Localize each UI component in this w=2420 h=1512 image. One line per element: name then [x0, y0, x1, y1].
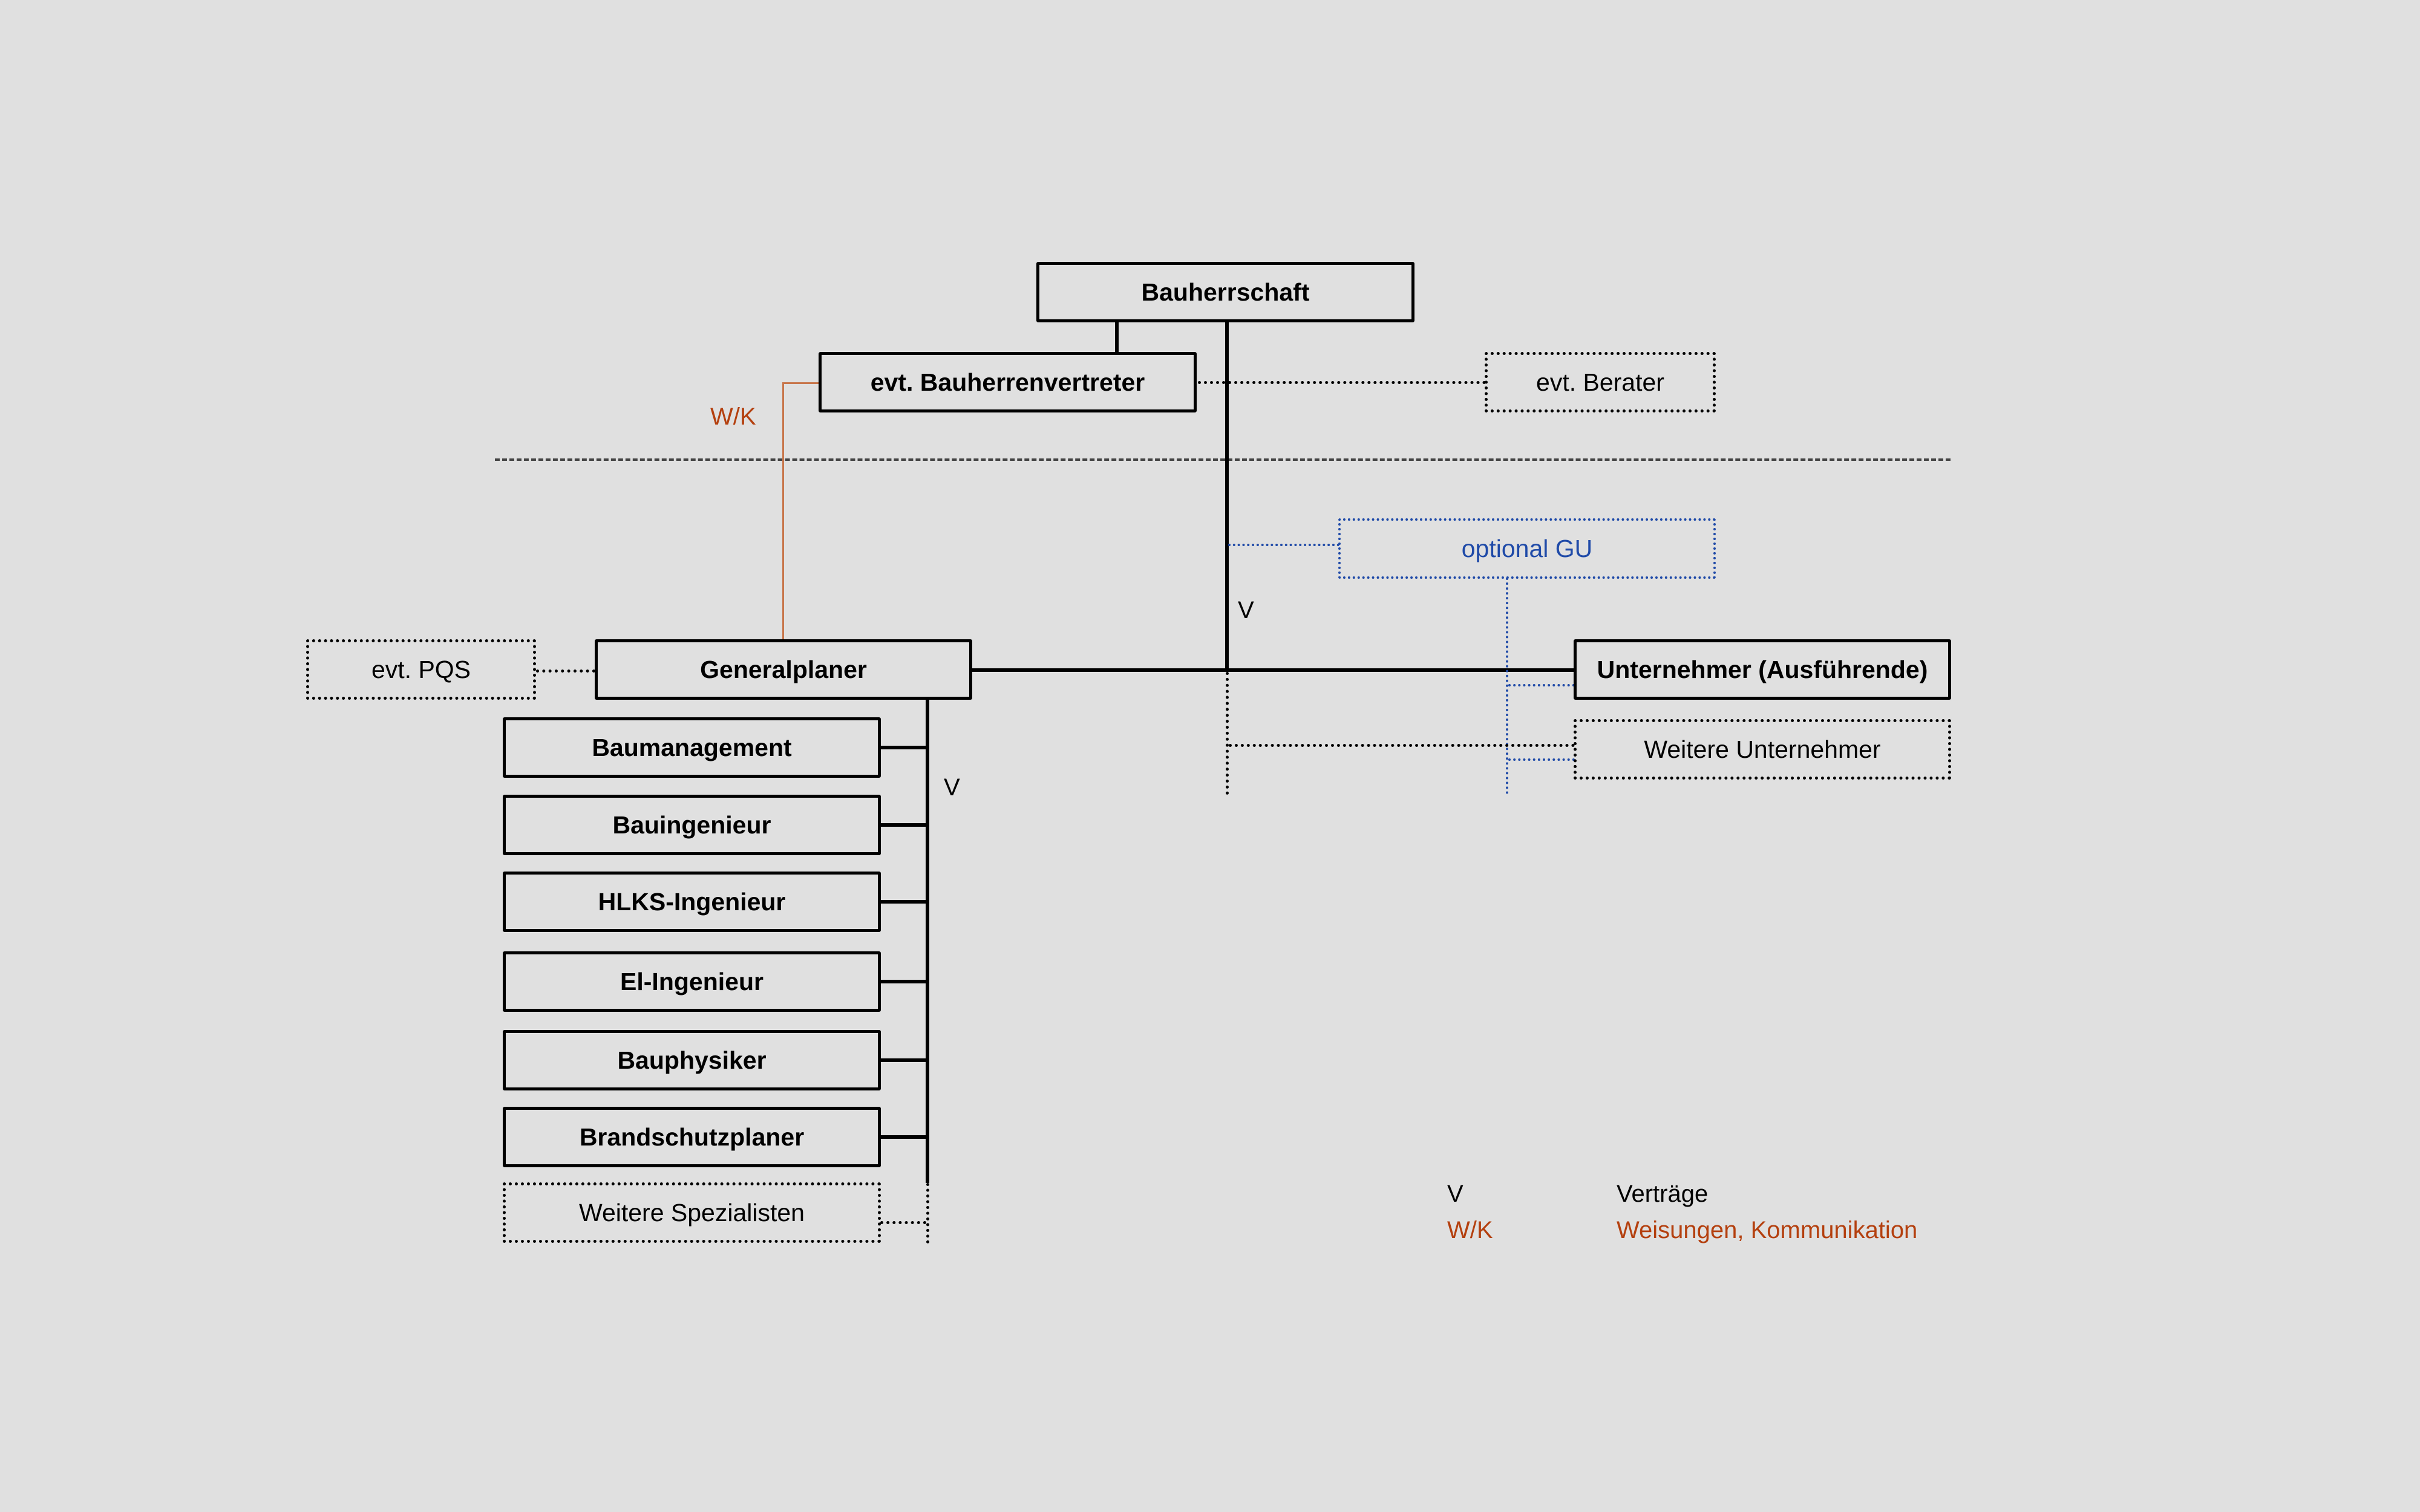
node-label: optional GU — [1461, 534, 1593, 562]
planner-spine-dotted — [926, 1183, 929, 1243]
node-label: Bauphysiker — [617, 1046, 767, 1074]
connector-bauherrschaft-vertreter — [1115, 322, 1119, 353]
legend-label-v: Verträge — [1617, 1181, 1709, 1207]
connector-vertreter-berater — [1198, 381, 1486, 384]
node-specialist[interactable]: Baumanagement — [503, 717, 881, 778]
connector-weitere-horizontal — [1229, 744, 1575, 747]
node-weitere-spezialisten[interactable]: Weitere Spezialisten — [503, 1182, 881, 1243]
connector-specialist — [880, 980, 927, 983]
node-label: Bauingenieur — [612, 810, 771, 839]
node-weitere-unternehmer[interactable]: Weitere Unternehmer — [1574, 719, 1951, 780]
node-label: Unternehmer (Ausführende) — [1597, 655, 1928, 683]
connector-weitere-spezialisten — [880, 1221, 926, 1224]
node-label: Generalplaner — [700, 655, 867, 683]
connector-specialist — [880, 1058, 927, 1062]
connector-gu-weitere — [1508, 758, 1575, 761]
connector-specialist — [880, 823, 927, 827]
node-label: evt. Berater — [1536, 368, 1664, 396]
node-specialist[interactable]: Brandschutzplaner — [503, 1107, 881, 1167]
node-label: Weitere Spezialisten — [579, 1198, 805, 1227]
connector-gu-unternehmer — [1508, 684, 1575, 686]
connector-specialist — [880, 746, 927, 749]
connector-gu-horizontal — [1228, 544, 1339, 546]
node-label: evt. Bauherrenvertreter — [870, 368, 1145, 396]
node-berater[interactable]: evt. Berater — [1485, 352, 1716, 412]
instruction-line-horizontal — [782, 382, 820, 384]
planner-spine — [926, 699, 929, 1183]
node-label: El-Ingenieur — [620, 967, 764, 996]
node-generalplaner[interactable]: Generalplaner — [595, 639, 972, 700]
node-optional-gu[interactable]: optional GU — [1338, 518, 1716, 579]
connector-specialist — [880, 900, 927, 904]
node-label: Bauherrschaft — [1141, 278, 1310, 306]
instruction-line-vertical — [782, 382, 784, 641]
connector-weitere-vertical — [1226, 672, 1229, 795]
node-label: HLKS-Ingenieur — [598, 887, 786, 916]
legend-label-wk: Weisungen, Kommunikation — [1617, 1217, 1918, 1243]
node-label: Brandschutzplaner — [579, 1123, 805, 1151]
node-bauherrschaft[interactable]: Bauherrschaft — [1036, 262, 1414, 322]
node-pqs[interactable]: evt. PQS — [306, 639, 536, 700]
node-specialist[interactable]: Bauphysiker — [503, 1030, 881, 1090]
level-separator-line — [495, 458, 1951, 461]
node-specialist[interactable]: Bauingenieur — [503, 795, 881, 855]
edge-label-v-main: V — [1238, 597, 1254, 624]
node-bauherrenvertreter[interactable]: evt. Bauherrenvertreter — [819, 352, 1197, 412]
node-unternehmer[interactable]: Unternehmer (Ausführende) — [1574, 639, 1951, 700]
connector-specialist — [880, 1135, 927, 1139]
legend-key-wk: W/K — [1447, 1217, 1493, 1243]
node-label: evt. PQS — [371, 655, 471, 683]
node-specialist[interactable]: HLKS-Ingenieur — [503, 872, 881, 932]
edge-label-v-planner: V — [944, 774, 960, 801]
contract-main-spine — [1225, 322, 1229, 672]
connector-pqs-generalplaner — [536, 670, 595, 673]
node-specialist[interactable]: El-Ingenieur — [503, 951, 881, 1012]
node-label: Baumanagement — [592, 733, 792, 761]
edge-label-wk: W/K — [710, 403, 756, 430]
contract-main-horizontal — [972, 668, 1575, 672]
legend-key-v: V — [1447, 1181, 1463, 1207]
node-label: Weitere Unternehmer — [1644, 735, 1881, 763]
